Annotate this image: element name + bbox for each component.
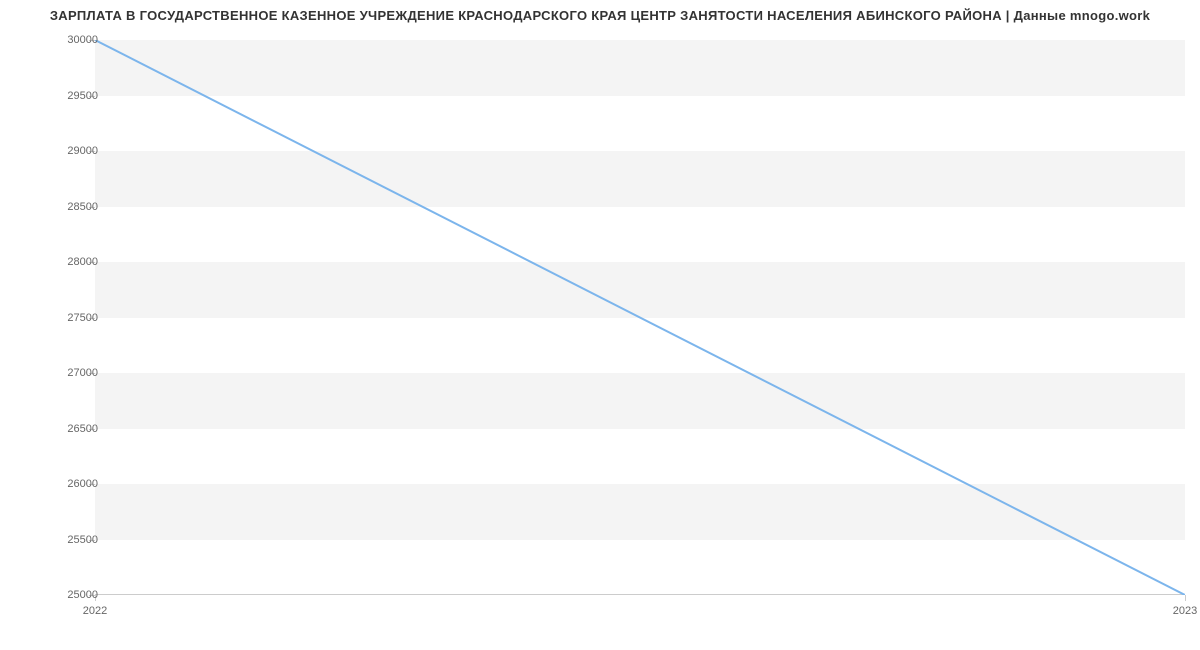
y-axis-label: 29500 bbox=[67, 90, 98, 102]
y-axis-label: 26500 bbox=[67, 423, 98, 435]
chart-title: ЗАРПЛАТА В ГОСУДАРСТВЕННОЕ КАЗЕННОЕ УЧРЕ… bbox=[0, 8, 1200, 23]
y-axis-label: 25500 bbox=[67, 534, 98, 546]
y-axis-label: 25000 bbox=[67, 589, 98, 601]
grid-band bbox=[95, 151, 1185, 207]
grid-band bbox=[95, 40, 1185, 96]
x-axis-label: 2022 bbox=[83, 605, 107, 617]
y-axis-label: 29000 bbox=[67, 145, 98, 157]
grid-band bbox=[95, 484, 1185, 540]
x-tick bbox=[1185, 595, 1186, 601]
grid-band bbox=[95, 262, 1185, 318]
y-axis-label: 26000 bbox=[67, 478, 98, 490]
y-axis-label: 30000 bbox=[67, 34, 98, 46]
chart-container: ЗАРПЛАТА В ГОСУДАРСТВЕННОЕ КАЗЕННОЕ УЧРЕ… bbox=[0, 0, 1200, 650]
y-axis-label: 28500 bbox=[67, 201, 98, 213]
y-axis-label: 28000 bbox=[67, 256, 98, 268]
plot-area bbox=[95, 40, 1185, 595]
x-axis bbox=[95, 594, 1185, 595]
grid-band bbox=[95, 373, 1185, 429]
y-axis-label: 27000 bbox=[67, 367, 98, 379]
y-axis-label: 27500 bbox=[67, 312, 98, 324]
x-axis-label: 2023 bbox=[1173, 605, 1197, 617]
